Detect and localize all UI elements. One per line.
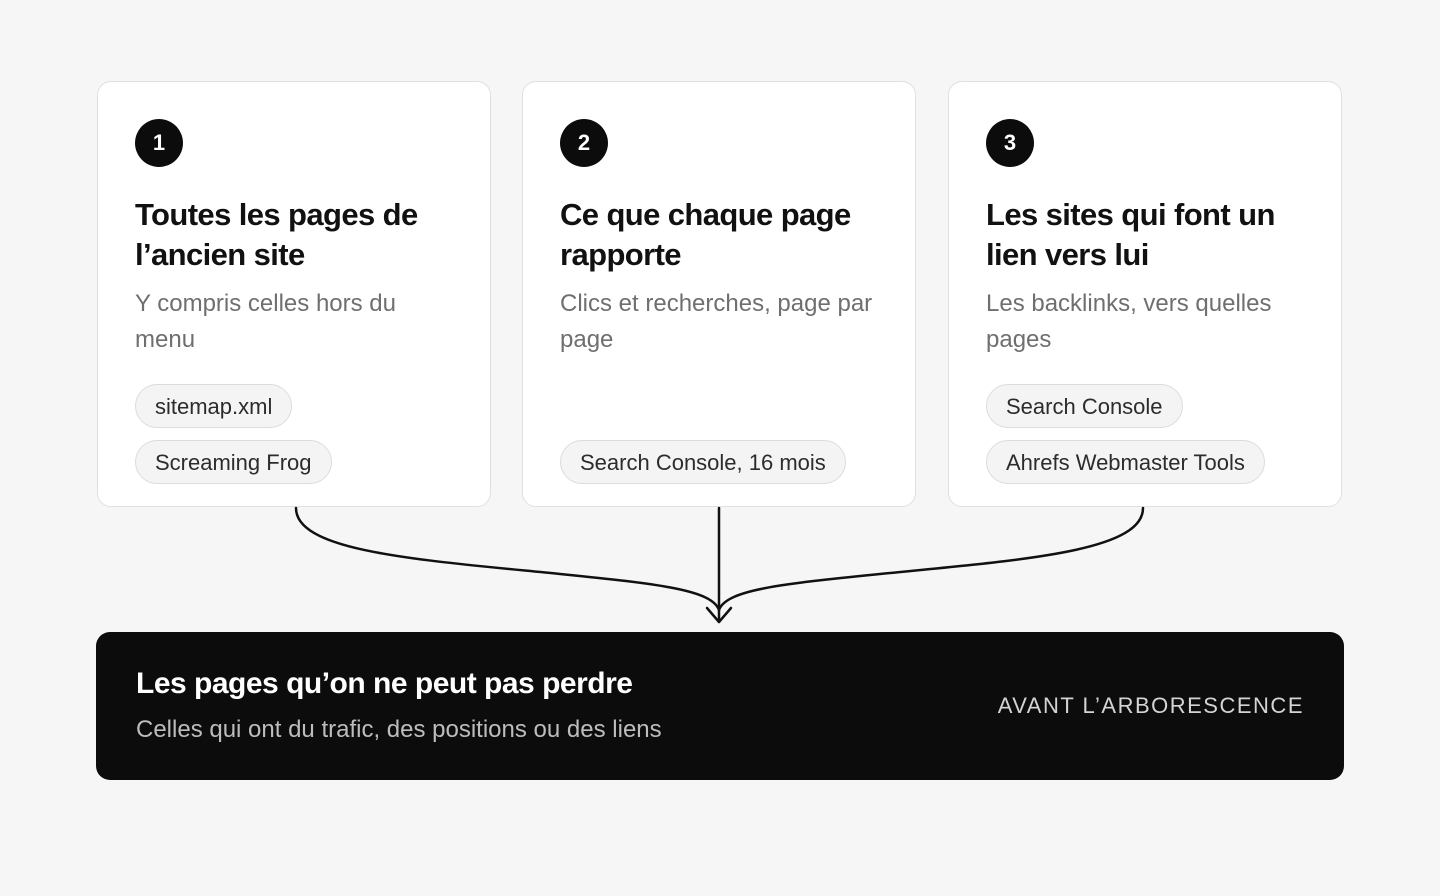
tool-chip: Search Console [986,384,1183,428]
tool-chips: sitemap.xml Screaming Frog [135,384,332,484]
result-subtitle: Celles qui ont du trafic, des positions … [136,716,662,743]
card-title: Les sites qui font un lien vers lui [986,197,1275,272]
result-tag: AVANT L’ARBORESCENCE [997,693,1304,718]
flow-diagram: 1 Toutes les pages de l’ancien site Y co… [0,0,1440,896]
card-title: Ce que chaque page rapporte [560,197,851,272]
tool-chips: Search Console, 16 mois [560,440,846,484]
source-card-2: 2 Ce que chaque page rapporte Clics et r… [522,81,916,507]
connector-line-left [294,506,721,612]
result-title: Les pages qu’on ne peut pas perdre [136,667,633,700]
source-card-3: 3 Les sites qui font un lien vers lui Le… [948,81,1342,507]
card-subtitle: Les backlinks, vers quelles pages [986,290,1272,353]
connector-line-right [717,506,1145,612]
tool-chip: Screaming Frog [135,440,332,484]
card-subtitle: Y compris celles hors du menu [135,290,396,353]
tool-chip: Ahrefs Webmaster Tools [986,440,1265,484]
tool-chip: sitemap.xml [135,384,293,428]
tool-chips: Search Console Ahrefs Webmaster Tools [986,384,1265,484]
step-number-badge: 1 [135,119,183,167]
arrow-down-icon [705,606,733,624]
card-subtitle: Clics et recherches, page par page [560,290,873,353]
source-card-1: 1 Toutes les pages de l’ancien site Y co… [97,81,491,507]
step-number-badge: 2 [560,119,608,167]
result-banner: Les pages qu’on ne peut pas perdre Celle… [96,632,1344,780]
card-title: Toutes les pages de l’ancien site [135,197,418,272]
tool-chip: Search Console, 16 mois [560,440,846,484]
step-number-badge: 3 [986,119,1034,167]
